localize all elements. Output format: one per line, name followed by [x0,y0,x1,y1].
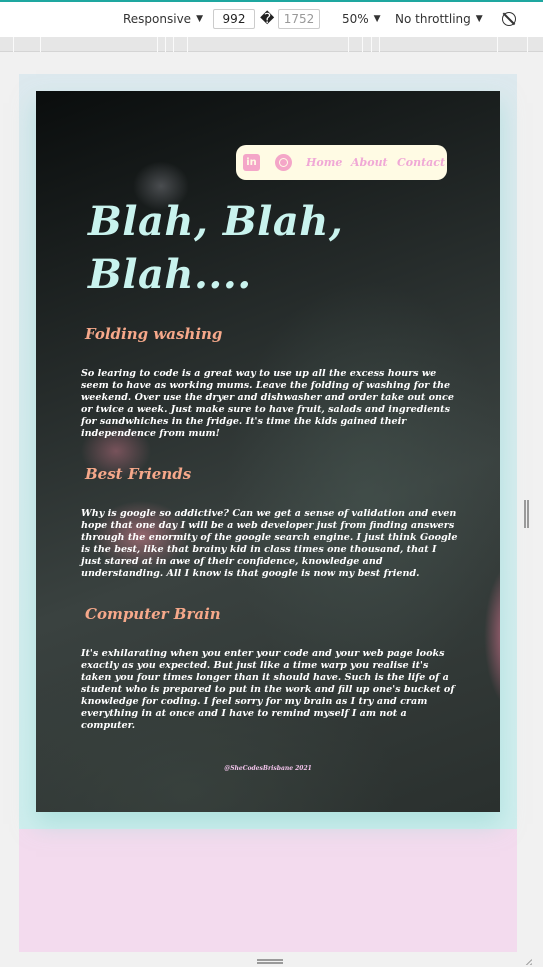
ruler-tick [527,37,528,52]
dimension-separator: � [260,11,275,27]
section-body: So learing to code is a great way to use… [81,368,454,439]
media-query-ruler[interactable] [0,37,543,52]
nav-link-home[interactable]: Home [306,156,342,169]
nav-link-about[interactable]: About [351,156,388,169]
background-flower [484,561,500,711]
zoom-selector[interactable]: 50% ▼ [342,12,381,26]
blog-card: in Home About Contact Blah, Blah, Blah..… [36,91,500,812]
section-body: It's exhilarating when you enter your co… [81,648,455,731]
navbar: in Home About Contact [236,145,447,180]
linkedin-icon[interactable]: in [243,154,260,171]
throttling-selector[interactable]: No throttling ▼ [395,12,483,26]
chevron-down-icon: ▼ [475,14,483,24]
ruler-tick [497,37,498,52]
chevron-down-icon: ▼ [373,14,381,24]
section-heading: Folding washing [85,325,223,343]
zoom-label: 50% [342,12,369,26]
ruler-tick [348,37,349,52]
ruler-tick [379,37,380,52]
height-input[interactable]: 1752 [278,9,320,29]
dribbble-icon[interactable] [275,154,292,171]
page-title: Blah, Blah, Blah.... [88,198,344,298]
section-body: Why is google so addictive? Can we get a… [81,508,458,579]
section-heading: Computer Brain [85,605,221,623]
footer-credit: @SheCodesBrisbane 2021 [224,765,312,772]
rotate-icon[interactable] [502,12,516,26]
ruler-tick [13,37,14,52]
device-toolbar: Responsive ▼ 992 � 1752 50% ▼ No throttl… [0,0,543,37]
width-input[interactable]: 992 [213,9,255,29]
resize-handle-bottom[interactable] [257,958,283,964]
throttling-label: No throttling [395,12,471,26]
ruler-tick [173,37,174,52]
ruler-tick [362,37,363,52]
section-heading: Best Friends [85,465,192,483]
chevron-down-icon: ▼ [196,14,203,24]
resize-handle-right[interactable] [522,500,530,528]
ruler-tick [40,37,41,52]
device-selector[interactable]: Responsive ▼ [123,12,203,26]
nav-link-contact[interactable]: Contact [397,156,445,169]
device-label: Responsive [123,12,192,26]
ruler-tick [165,37,166,52]
ruler-tick [187,37,188,52]
ruler-tick [371,37,372,52]
resize-handle-corner[interactable] [520,953,532,965]
ruler-tick [157,37,158,52]
